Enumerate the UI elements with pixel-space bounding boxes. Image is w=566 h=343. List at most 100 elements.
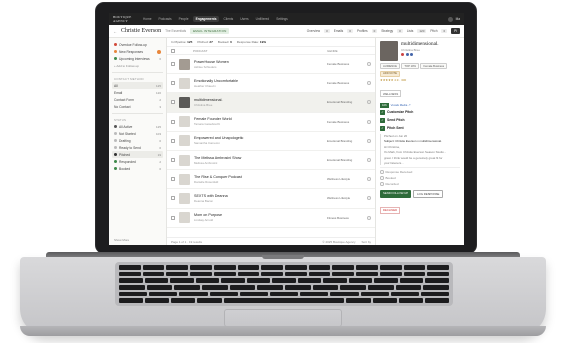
sidebar-item-overdue-follow-up[interactable]: Overdue Follow-up xyxy=(112,41,163,48)
tab-profiles[interactable]: Profiles xyxy=(357,29,368,33)
row-checkbox[interactable] xyxy=(171,158,175,163)
sidebar-item-upcoming-interviews[interactable]: Upcoming Interviews 6 xyxy=(112,55,163,62)
table-row[interactable]: SEXTS with Deanna Deanna Bacon Wellness Li… xyxy=(167,189,375,209)
response-option[interactable]: Booked xyxy=(380,176,460,180)
radio-button[interactable] xyxy=(380,182,384,186)
nav-link-people[interactable]: People xyxy=(176,16,192,22)
podcast-title[interactable]: The Melissa Ambrosini Show xyxy=(194,156,323,160)
response-option[interactable]: Response Received xyxy=(380,170,460,174)
row-checkbox[interactable] xyxy=(171,138,175,143)
podcast-title[interactable]: Emotionally Uncomfortable xyxy=(194,79,323,83)
podcast-title[interactable]: Mom on Purpose xyxy=(194,213,323,217)
row-checkbox[interactable] xyxy=(171,100,175,105)
status-indicator-icon[interactable] xyxy=(367,196,371,201)
status-filter-all-active[interactable]: All Active 125 xyxy=(112,123,163,130)
table-row[interactable]: Empowered and Unapologetic Samantha Camer… xyxy=(167,132,375,151)
tab-pitch[interactable]: Pitch xyxy=(430,29,437,33)
status-indicator-icon[interactable] xyxy=(367,177,371,182)
add-note-chip[interactable]: ADD NOTE xyxy=(380,70,400,77)
table-row[interactable]: The Melissa Ambrosini Show Melissa Ambros… xyxy=(167,151,375,171)
row-checkbox[interactable] xyxy=(171,177,175,182)
source-link[interactable]: Vocals Media ↗ xyxy=(391,103,411,107)
contact-filter-contact-form[interactable]: Contact Form 2 xyxy=(112,96,163,103)
podcast-title[interactable]: multidimensional. xyxy=(194,98,323,102)
table-row[interactable]: The Rise & Conquer Podcast Danielle Rosen… xyxy=(167,170,375,190)
status-filter-booked[interactable]: Booked 0 xyxy=(112,165,163,172)
show-more-link[interactable]: Show More xyxy=(114,238,129,242)
podcast-title[interactable]: Female Founder World xyxy=(194,117,323,121)
add-followup-link[interactable]: + Add to Follow-up xyxy=(112,62,163,69)
podcast-title[interactable]: PowerHouse Women xyxy=(194,60,323,64)
pitch-step[interactable]: ✓ Pitch Sent xyxy=(380,125,460,132)
row-checkbox[interactable] xyxy=(171,119,175,124)
instagram-icon[interactable] xyxy=(410,53,413,56)
tab-strategy[interactable]: Strategy xyxy=(381,29,393,33)
user-name[interactable]: Ma xyxy=(456,17,460,21)
status-filter-ready-to-send[interactable]: Ready to Send 0 xyxy=(112,144,163,151)
row-checkbox[interactable] xyxy=(171,62,175,67)
nav-link-clients[interactable]: Clients xyxy=(220,16,236,22)
keyboard-key xyxy=(119,291,148,297)
table-row[interactable]: PowerHouse Women Ashlee Schieders Female B… xyxy=(167,55,375,75)
youtube-icon[interactable] xyxy=(401,53,404,56)
keyboard-key xyxy=(395,285,422,290)
pitch-action-button[interactable]: Pi xyxy=(451,28,460,34)
row-checkbox[interactable] xyxy=(171,196,175,201)
link-icon[interactable] xyxy=(405,53,409,56)
table-row[interactable]: Female Founder World Tamara Geisebrecht Fe… xyxy=(167,113,375,132)
nav-link-settings[interactable]: Settings xyxy=(273,16,291,22)
sidebar-item-label: New Responses xyxy=(119,49,144,54)
tab-lists[interactable]: Lists xyxy=(407,29,414,33)
contact-filter-email[interactable]: Email 120 xyxy=(112,89,163,96)
nav-link-podcasts[interactable]: Podcasts xyxy=(156,16,175,22)
pitch-step[interactable]: ✓ Customize Pitch xyxy=(380,109,460,116)
row-main: Empowered and Unapologetic Samantha Camer… xyxy=(194,136,323,145)
status-filter-drafting[interactable]: Drafting 0 xyxy=(112,137,163,144)
sidebar-item-new-responses[interactable]: New Responses xyxy=(112,48,163,55)
radio-button[interactable] xyxy=(380,176,384,180)
status-indicator-icon[interactable] xyxy=(367,158,371,163)
podcast-title[interactable]: Empowered and Unapologetic xyxy=(194,136,323,140)
nav-link-engagements[interactable]: Engagements xyxy=(192,16,220,22)
status-indicator-icon[interactable] xyxy=(367,215,371,220)
radio-button[interactable] xyxy=(380,170,384,174)
row-checkbox[interactable] xyxy=(171,81,175,86)
status-indicator-icon[interactable] xyxy=(367,100,371,105)
status-dot-icon xyxy=(114,139,117,142)
row-checkbox[interactable] xyxy=(171,215,175,220)
response-option[interactable]: Recorded xyxy=(380,182,460,186)
status-indicator-icon[interactable] xyxy=(367,81,371,86)
podcast-title[interactable]: The Rise & Conquer Podcast xyxy=(194,175,323,179)
podcast-detail-panel: multidimensional. Christina Bree AUDIENC… xyxy=(375,38,464,245)
status-filter-responded[interactable]: Responded 2 xyxy=(112,158,163,165)
podcast-column-label[interactable]: PODCAST xyxy=(178,49,324,53)
table-row[interactable]: multidimensional. Christina Bree Emotional… xyxy=(167,93,375,113)
nav-link-home[interactable]: Home xyxy=(140,16,155,22)
status-indicator-icon[interactable] xyxy=(367,119,371,124)
status-indicator-icon[interactable] xyxy=(367,62,371,67)
declined-button[interactable]: DECLINED xyxy=(380,206,401,214)
status-filter-pitched[interactable]: Pitched 19 xyxy=(112,151,163,158)
tab-emails[interactable]: Emails xyxy=(334,29,344,33)
table-row[interactable]: Emotionally Uncomfortable Heather Chauvin… xyxy=(167,74,375,94)
send-followup-button[interactable]: SEND FOLLOW-UP xyxy=(380,190,412,198)
tab-overview[interactable]: Overview xyxy=(307,29,320,33)
back-arrow-icon[interactable]: ← xyxy=(113,29,117,34)
podcast-title[interactable]: SEXTS with Deanna xyxy=(194,194,323,198)
genre-column-label[interactable]: GENRE xyxy=(327,49,371,53)
contact-filter-all[interactable]: All 125 xyxy=(112,82,163,89)
status-dot-icon xyxy=(114,50,117,53)
keyboard-key xyxy=(229,285,256,290)
log-response-button[interactable]: LOG RESPONSE xyxy=(413,190,444,198)
user-avatar[interactable] xyxy=(447,16,453,22)
sort-control[interactable]: Sort by xyxy=(361,240,371,244)
table-row[interactable]: Mom on Purpose Lindsay Arnold Fitness Busi… xyxy=(167,209,375,228)
status-filter-not-started[interactable]: Not Started 103 xyxy=(112,130,163,137)
stat-label: Booked: xyxy=(217,40,231,44)
pitch-step[interactable]: ✓ Send Pitch xyxy=(380,117,460,124)
nav-link-unfiltered[interactable]: Unfiltered xyxy=(253,16,273,22)
nav-link-users[interactable]: Users xyxy=(237,16,251,22)
status-indicator-icon[interactable] xyxy=(367,138,371,143)
select-all-checkbox[interactable] xyxy=(171,48,175,53)
contact-filter-no-contact[interactable]: No Contact 3 xyxy=(112,103,163,110)
